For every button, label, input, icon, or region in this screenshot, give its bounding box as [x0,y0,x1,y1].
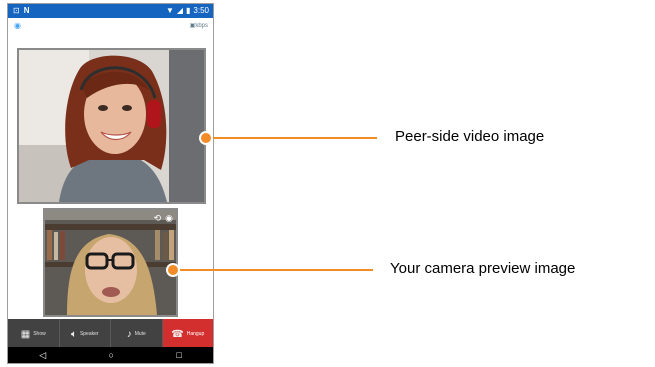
connection-bar: ◉ ▣kbps [8,19,213,33]
speaker-icon: 🔈︎ [70,328,77,340]
preview-controls: ⟲ ◉ [154,213,173,224]
mute-button-label: Mute [134,331,146,337]
self-callout-dot [166,263,180,277]
show-button[interactable]: ▦ Show [8,319,60,349]
hangup-button-label: Hangup [186,331,205,337]
speaker-button[interactable]: 🔈︎ Speaker [59,319,111,349]
nfc-icon: N [23,6,30,15]
peer-video[interactable] [17,48,206,204]
camera-toggle-icon[interactable]: ◉ [165,213,173,224]
switch-camera-icon[interactable]: ⟲ [154,213,162,224]
status-bar: ⊡ N ▼ ◢ ▮ 3:50 [8,4,213,18]
connection-wifi-icon: ◉ [14,21,21,30]
back-icon[interactable]: ◁ [39,350,46,361]
speaker-button-label: Speaker [79,331,99,337]
self-callout-label: Your camera preview image [390,260,576,277]
signal-icon: ◢ [176,6,184,15]
peer-callout-line [212,137,377,139]
self-preview[interactable]: ⟲ ◉ [43,208,178,317]
phone-screen: ⊡ N ▼ ◢ ▮ 3:50 ◉ ▣kbps ⟲ ◉ ▦ Show 🔈︎ Spe… [7,3,214,364]
wifi-icon: ▼ [165,6,174,15]
cast-icon: ⊡ [13,6,20,15]
mic-icon: ♪ [126,328,132,340]
navigation-bar: ◁ ○ □ [8,347,213,363]
mute-button[interactable]: ♪ Mute [111,319,163,349]
hangup-button[interactable]: ☎ Hangup [162,319,213,349]
home-icon[interactable]: ○ [109,350,114,360]
peer-callout-label: Peer-side video image [395,128,545,145]
peer-video-image [19,50,204,202]
grid-icon: ▦ [20,328,31,340]
call-toolbar: ▦ Show 🔈︎ Speaker ♪ Mute ☎ Hangup [8,319,213,349]
self-preview-image [45,210,176,315]
phone-hangup-icon: ☎ [171,328,184,340]
show-button-label: Show [33,331,46,337]
peer-callout-dot [199,131,213,145]
status-time: 3:50 [193,6,209,15]
battery-icon: ▮ [186,6,191,15]
bitrate-text: kbps [195,23,208,29]
recents-icon[interactable]: □ [176,350,181,360]
bitrate-indicator: ▣kbps [190,22,208,29]
self-callout-line [180,269,373,271]
